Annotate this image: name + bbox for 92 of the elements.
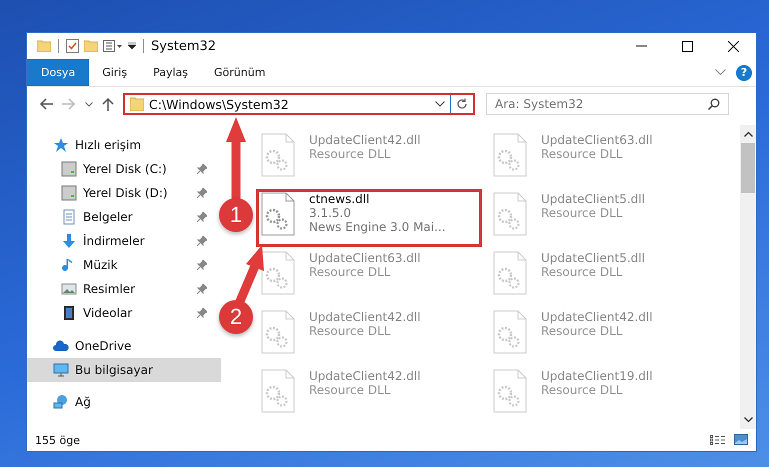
sidebar-icon — [61, 185, 77, 201]
sidebar-icon — [53, 338, 69, 354]
sidebar-icon — [61, 233, 77, 249]
sidebar-icon — [61, 209, 77, 225]
file-detail: Resource DLL — [541, 383, 624, 397]
sidebar-icon — [61, 281, 77, 297]
file-name: UpdateClient42.dll — [541, 310, 653, 324]
file-name: UpdateClient42.dll — [309, 310, 421, 324]
sidebar-icon — [53, 362, 69, 378]
sidebar-item[interactable]: OneDrive — [27, 334, 221, 358]
properties-icon[interactable] — [103, 40, 123, 52]
sidebar-item[interactable]: Yerel Disk (C:) — [27, 157, 221, 181]
chevron-up-icon[interactable] — [744, 131, 752, 137]
minimize-icon — [636, 45, 646, 47]
caret-icon[interactable] — [128, 42, 136, 50]
file-gears-icon — [261, 251, 295, 295]
file-detail: Resource DLL — [541, 147, 624, 161]
sidebar-item[interactable]: Ağ — [27, 390, 221, 414]
sidebar-icon — [53, 394, 69, 410]
file-detail: Resource DLL — [541, 265, 624, 279]
pin-icon[interactable] — [197, 212, 207, 222]
address-bar[interactable]: C:\Windows\System32 — [123, 93, 475, 115]
item-count: 155 öge — [35, 434, 80, 446]
sidebar-icon — [61, 305, 77, 321]
folder-icon — [130, 97, 144, 111]
search-icon — [708, 98, 720, 110]
file-detail: Resource DLL — [309, 147, 392, 161]
forward-arrow-icon[interactable] — [62, 98, 76, 110]
sidebar-item[interactable]: Müzik — [27, 253, 221, 277]
sidebar-item[interactable]: Bu bilgisayar — [27, 358, 221, 382]
pin-icon[interactable] — [197, 308, 207, 318]
file-item[interactable]: ctnews.dll 3.1.5.0 News Engine 3.0 Mai... — [257, 190, 481, 246]
pin-icon[interactable] — [197, 236, 207, 246]
chevron-down-icon[interactable] — [85, 102, 93, 106]
sidebar-item[interactable]: Resimler — [27, 277, 221, 301]
file-name: UpdateClient63.dll — [541, 133, 653, 147]
file-detail: Resource DLL — [309, 265, 392, 279]
search-field[interactable]: Ara: System32 — [486, 93, 729, 115]
ribbon-tab[interactable]: Görünüm — [201, 59, 278, 86]
file-detail: Resource DLL — [541, 206, 624, 220]
file-gears-icon — [493, 310, 527, 354]
file-gears-icon — [493, 251, 527, 295]
file-name: UpdateClient19.dll — [541, 369, 653, 383]
close-icon — [728, 40, 738, 52]
file-name: ctnews.dll — [309, 192, 370, 206]
file-name: UpdateClient5.dll — [541, 251, 645, 265]
sidebar-icon — [53, 137, 69, 153]
file-detail: Resource DLL — [309, 383, 392, 397]
file-name: UpdateClient42.dll — [309, 133, 421, 147]
file-gears-icon — [493, 192, 527, 236]
help-button[interactable]: ? — [736, 64, 752, 80]
pin-icon[interactable] — [197, 284, 207, 294]
back-arrow-icon[interactable] — [39, 98, 53, 110]
file-name: UpdateClient42.dll — [309, 369, 421, 383]
file-name: UpdateClient5.dll — [541, 192, 645, 206]
details-view-icon[interactable] — [710, 434, 726, 446]
folder-icon[interactable] — [84, 40, 98, 52]
scrollbar[interactable] — [740, 125, 756, 429]
file-detail: News Engine 3.0 Mai... — [309, 220, 446, 234]
chevron-down-icon[interactable] — [744, 417, 752, 423]
file-detail: Resource DLL — [309, 324, 392, 338]
sidebar-item[interactable]: İndirmeler — [27, 229, 221, 253]
ribbon-tab[interactable]: Giriş — [89, 59, 140, 86]
chevron-down-icon[interactable] — [435, 101, 445, 107]
file-detail: Resource DLL — [541, 324, 624, 338]
file-gears-icon — [261, 310, 295, 354]
file-gears-icon — [261, 369, 295, 413]
refresh-icon[interactable] — [456, 98, 468, 110]
ribbon-tab[interactable]: Dosya — [27, 59, 90, 86]
scrollbar-thumb[interactable] — [741, 143, 755, 193]
file-gears-icon — [261, 192, 295, 236]
file-gears-icon — [493, 133, 527, 177]
folder-icon[interactable] — [37, 40, 51, 52]
pin-icon[interactable] — [197, 260, 207, 270]
sidebar-item[interactable]: Yerel Disk (D:) — [27, 181, 221, 205]
file-detail: 3.1.5.0 — [309, 206, 352, 220]
sidebar-item[interactable]: Videolar — [27, 301, 221, 325]
maximize-icon — [682, 40, 692, 52]
file-gears-icon — [493, 369, 527, 413]
file-gears-icon — [261, 133, 295, 177]
sidebar-item[interactable]: Belgeler — [27, 205, 221, 229]
sidebar-item[interactable]: Hızlı erişim — [27, 133, 221, 157]
picture-view-icon[interactable] — [734, 434, 748, 445]
file-name: UpdateClient63.dll — [309, 251, 421, 265]
pin-icon[interactable] — [197, 188, 207, 198]
sidebar-icon — [61, 161, 77, 177]
up-arrow-icon[interactable] — [102, 97, 114, 111]
address-path: C:\Windows\System32 — [149, 96, 290, 112]
ribbon-tab[interactable]: Paylaş — [140, 59, 201, 86]
window-title: System32 — [151, 38, 216, 54]
pin-icon[interactable] — [197, 164, 207, 174]
checklist-icon[interactable] — [66, 39, 79, 53]
